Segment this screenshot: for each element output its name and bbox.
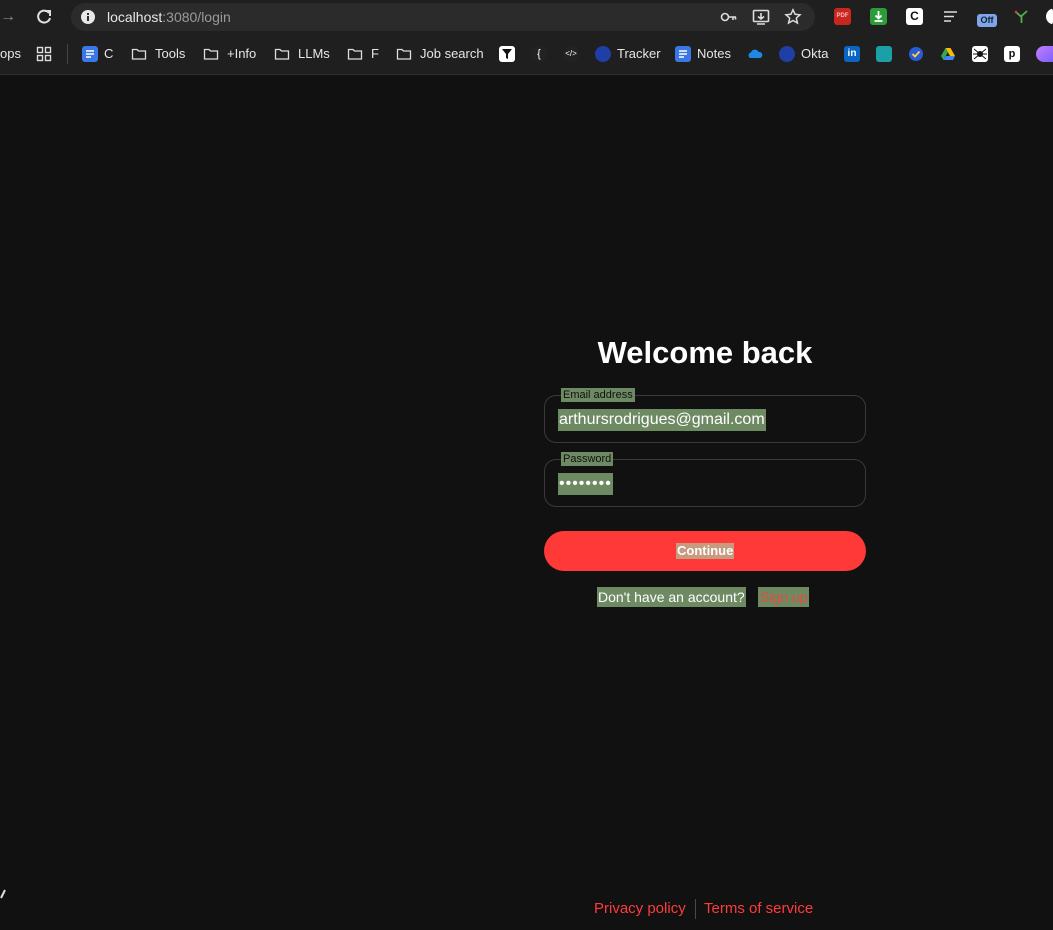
forward-arrow-icon[interactable]: → bbox=[0, 8, 18, 26]
purple-app-icon[interactable] bbox=[1036, 46, 1053, 62]
tracker-icon bbox=[595, 46, 611, 62]
no-account-text: Don't have an account? bbox=[597, 587, 746, 607]
plant-extension-icon[interactable] bbox=[1013, 8, 1030, 25]
bookmark-folder-llms[interactable]: LLMs bbox=[298, 46, 330, 62]
password-label: Password bbox=[561, 452, 614, 466]
download-extension-icon[interactable] bbox=[870, 8, 887, 25]
bookmark-okta[interactable]: Okta bbox=[801, 46, 828, 62]
page-title: Welcome back bbox=[597, 335, 813, 370]
sign-up-link[interactable]: Sign up bbox=[758, 587, 810, 607]
password-key-icon[interactable] bbox=[720, 8, 738, 26]
email-value[interactable]: arthursrodrigues@gmail.com bbox=[558, 409, 766, 431]
reload-icon[interactable] bbox=[34, 8, 54, 26]
privacy-policy-link[interactable]: Privacy policy bbox=[594, 900, 686, 918]
linkedin-icon[interactable]: in bbox=[844, 46, 860, 62]
footer-divider bbox=[695, 899, 696, 919]
terms-of-service-link[interactable]: Terms of service bbox=[704, 900, 813, 918]
bookmark-tracker[interactable]: Tracker bbox=[617, 46, 661, 62]
bookmark-folder-info[interactable]: +Info bbox=[227, 46, 256, 62]
reading-list-icon[interactable] bbox=[942, 8, 959, 25]
bookmark-star-icon[interactable] bbox=[784, 8, 802, 26]
filter-icon[interactable] bbox=[499, 46, 515, 62]
profile-avatar-icon[interactable] bbox=[1044, 8, 1053, 25]
notes-doc-icon bbox=[675, 46, 691, 62]
google-drive-icon[interactable] bbox=[940, 46, 956, 62]
folder-icon bbox=[274, 48, 290, 60]
jira-icon[interactable] bbox=[876, 46, 892, 62]
bookmark-folder-job-search[interactable]: Job search bbox=[420, 46, 484, 62]
p-bookmark-icon[interactable]: p bbox=[1004, 46, 1020, 62]
bookmark-notes[interactable]: Notes bbox=[697, 46, 731, 62]
browser-toolbar: → localhost:3080/login PDF C Off bbox=[0, 0, 1053, 34]
bookmark-apps-partial[interactable]: ops bbox=[0, 46, 21, 62]
email-label: Email address bbox=[561, 388, 635, 402]
folder-icon bbox=[347, 48, 363, 60]
folder-icon bbox=[203, 48, 219, 60]
okta-icon bbox=[779, 46, 795, 62]
code-icon[interactable]: </> bbox=[563, 46, 579, 62]
bookmark-c[interactable]: C bbox=[104, 46, 113, 62]
install-app-icon[interactable] bbox=[752, 8, 770, 26]
corner-glyph-icon bbox=[0, 889, 6, 899]
task-check-icon[interactable] bbox=[908, 46, 924, 62]
bookmark-divider bbox=[67, 44, 68, 64]
c-extension-icon[interactable]: C bbox=[906, 8, 923, 25]
continue-button-label[interactable]: Continue bbox=[676, 543, 735, 559]
braces-icon[interactable]: { bbox=[531, 46, 547, 62]
spider-icon[interactable] bbox=[972, 46, 988, 62]
onedrive-cloud-icon[interactable] bbox=[747, 46, 763, 62]
pdf-extension-icon[interactable]: PDF bbox=[834, 8, 851, 25]
folder-icon bbox=[131, 48, 147, 60]
bookmarks-bar: ops C Tools +Info LLMs F Job search { </… bbox=[0, 34, 1053, 75]
bookmark-folder-tools[interactable]: Tools bbox=[155, 46, 185, 62]
bookmark-folder-f[interactable]: F bbox=[371, 46, 379, 62]
folder-icon bbox=[396, 48, 412, 60]
url-host: localhost bbox=[107, 9, 163, 25]
url-text[interactable]: localhost:3080/login bbox=[107, 9, 231, 25]
password-value[interactable]: •••••••• bbox=[558, 473, 613, 495]
off-badge-icon[interactable]: Off bbox=[977, 14, 997, 27]
apps-grid-icon[interactable] bbox=[36, 46, 52, 62]
google-docs-icon bbox=[82, 46, 98, 62]
site-info-icon[interactable] bbox=[80, 9, 96, 25]
url-path: :3080/login bbox=[162, 9, 231, 25]
